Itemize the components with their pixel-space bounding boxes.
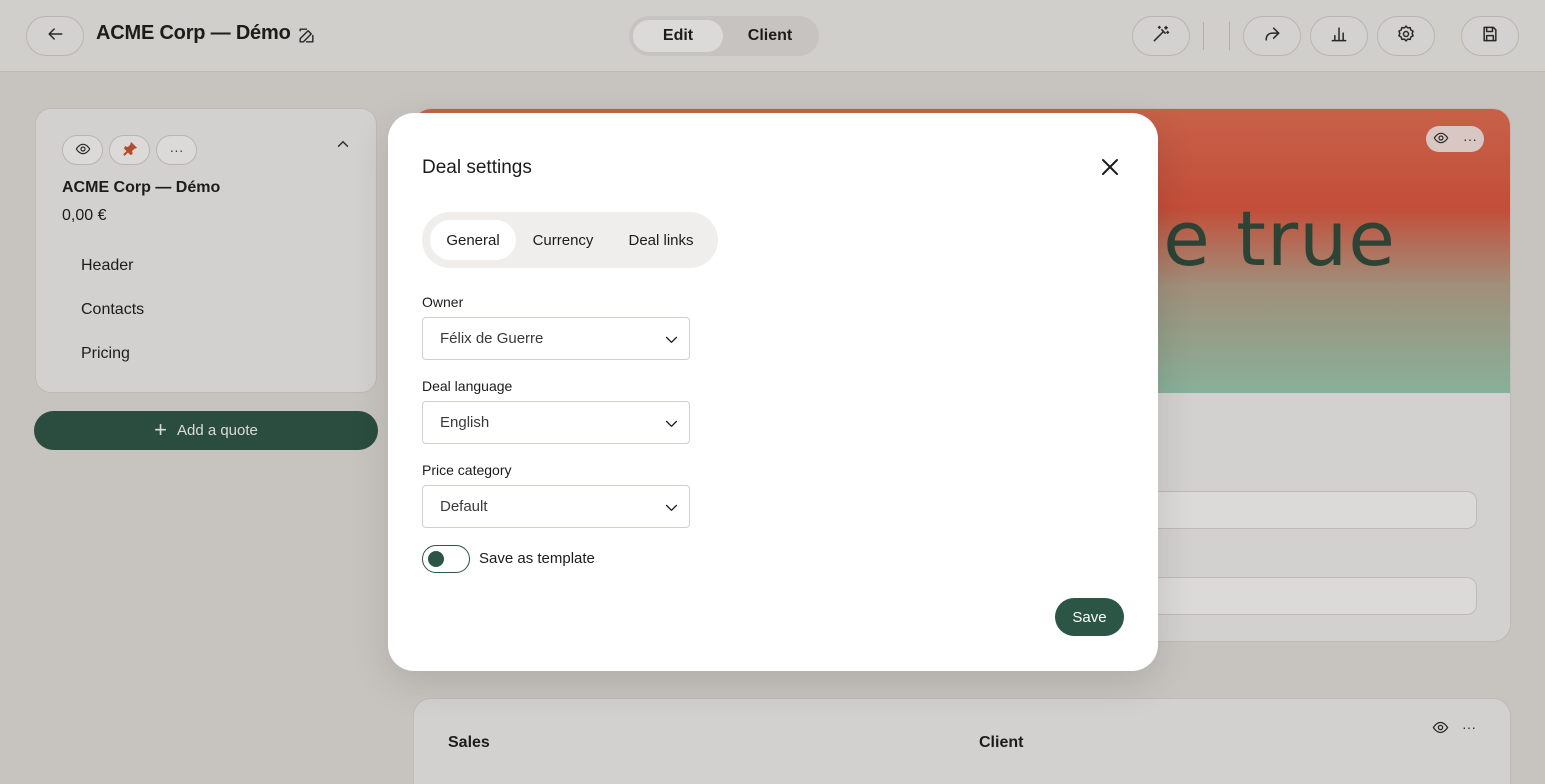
save-as-template-label: Save as template bbox=[479, 550, 595, 567]
owner-select[interactable]: Félix de Guerre bbox=[422, 317, 690, 360]
price-category-value: Default bbox=[440, 498, 488, 515]
tab-deal-links[interactable]: Deal links bbox=[612, 220, 710, 260]
owner-value: Félix de Guerre bbox=[440, 330, 544, 347]
deal-language-label: Deal language bbox=[422, 378, 513, 394]
tab-currency[interactable]: Currency bbox=[520, 220, 606, 260]
save-as-template-toggle[interactable] bbox=[422, 545, 470, 573]
deal-language-select[interactable]: English bbox=[422, 401, 690, 444]
save-button[interactable]: Save bbox=[1055, 598, 1124, 636]
close-icon[interactable] bbox=[1098, 155, 1122, 179]
settings-tabs: General Currency Deal links bbox=[422, 212, 718, 268]
price-category-label: Price category bbox=[422, 462, 512, 478]
deal-language-value: English bbox=[440, 414, 490, 431]
owner-label: Owner bbox=[422, 294, 464, 310]
modal-title: Deal settings bbox=[422, 157, 532, 178]
deal-settings-modal: Deal settings General Currency Deal link… bbox=[388, 113, 1158, 671]
chevron-down-icon bbox=[663, 499, 680, 516]
chevron-down-icon bbox=[663, 415, 680, 432]
tab-general[interactable]: General bbox=[430, 220, 516, 260]
price-category-select[interactable]: Default bbox=[422, 485, 690, 528]
toggle-knob bbox=[428, 551, 444, 567]
chevron-down-icon bbox=[663, 331, 680, 348]
